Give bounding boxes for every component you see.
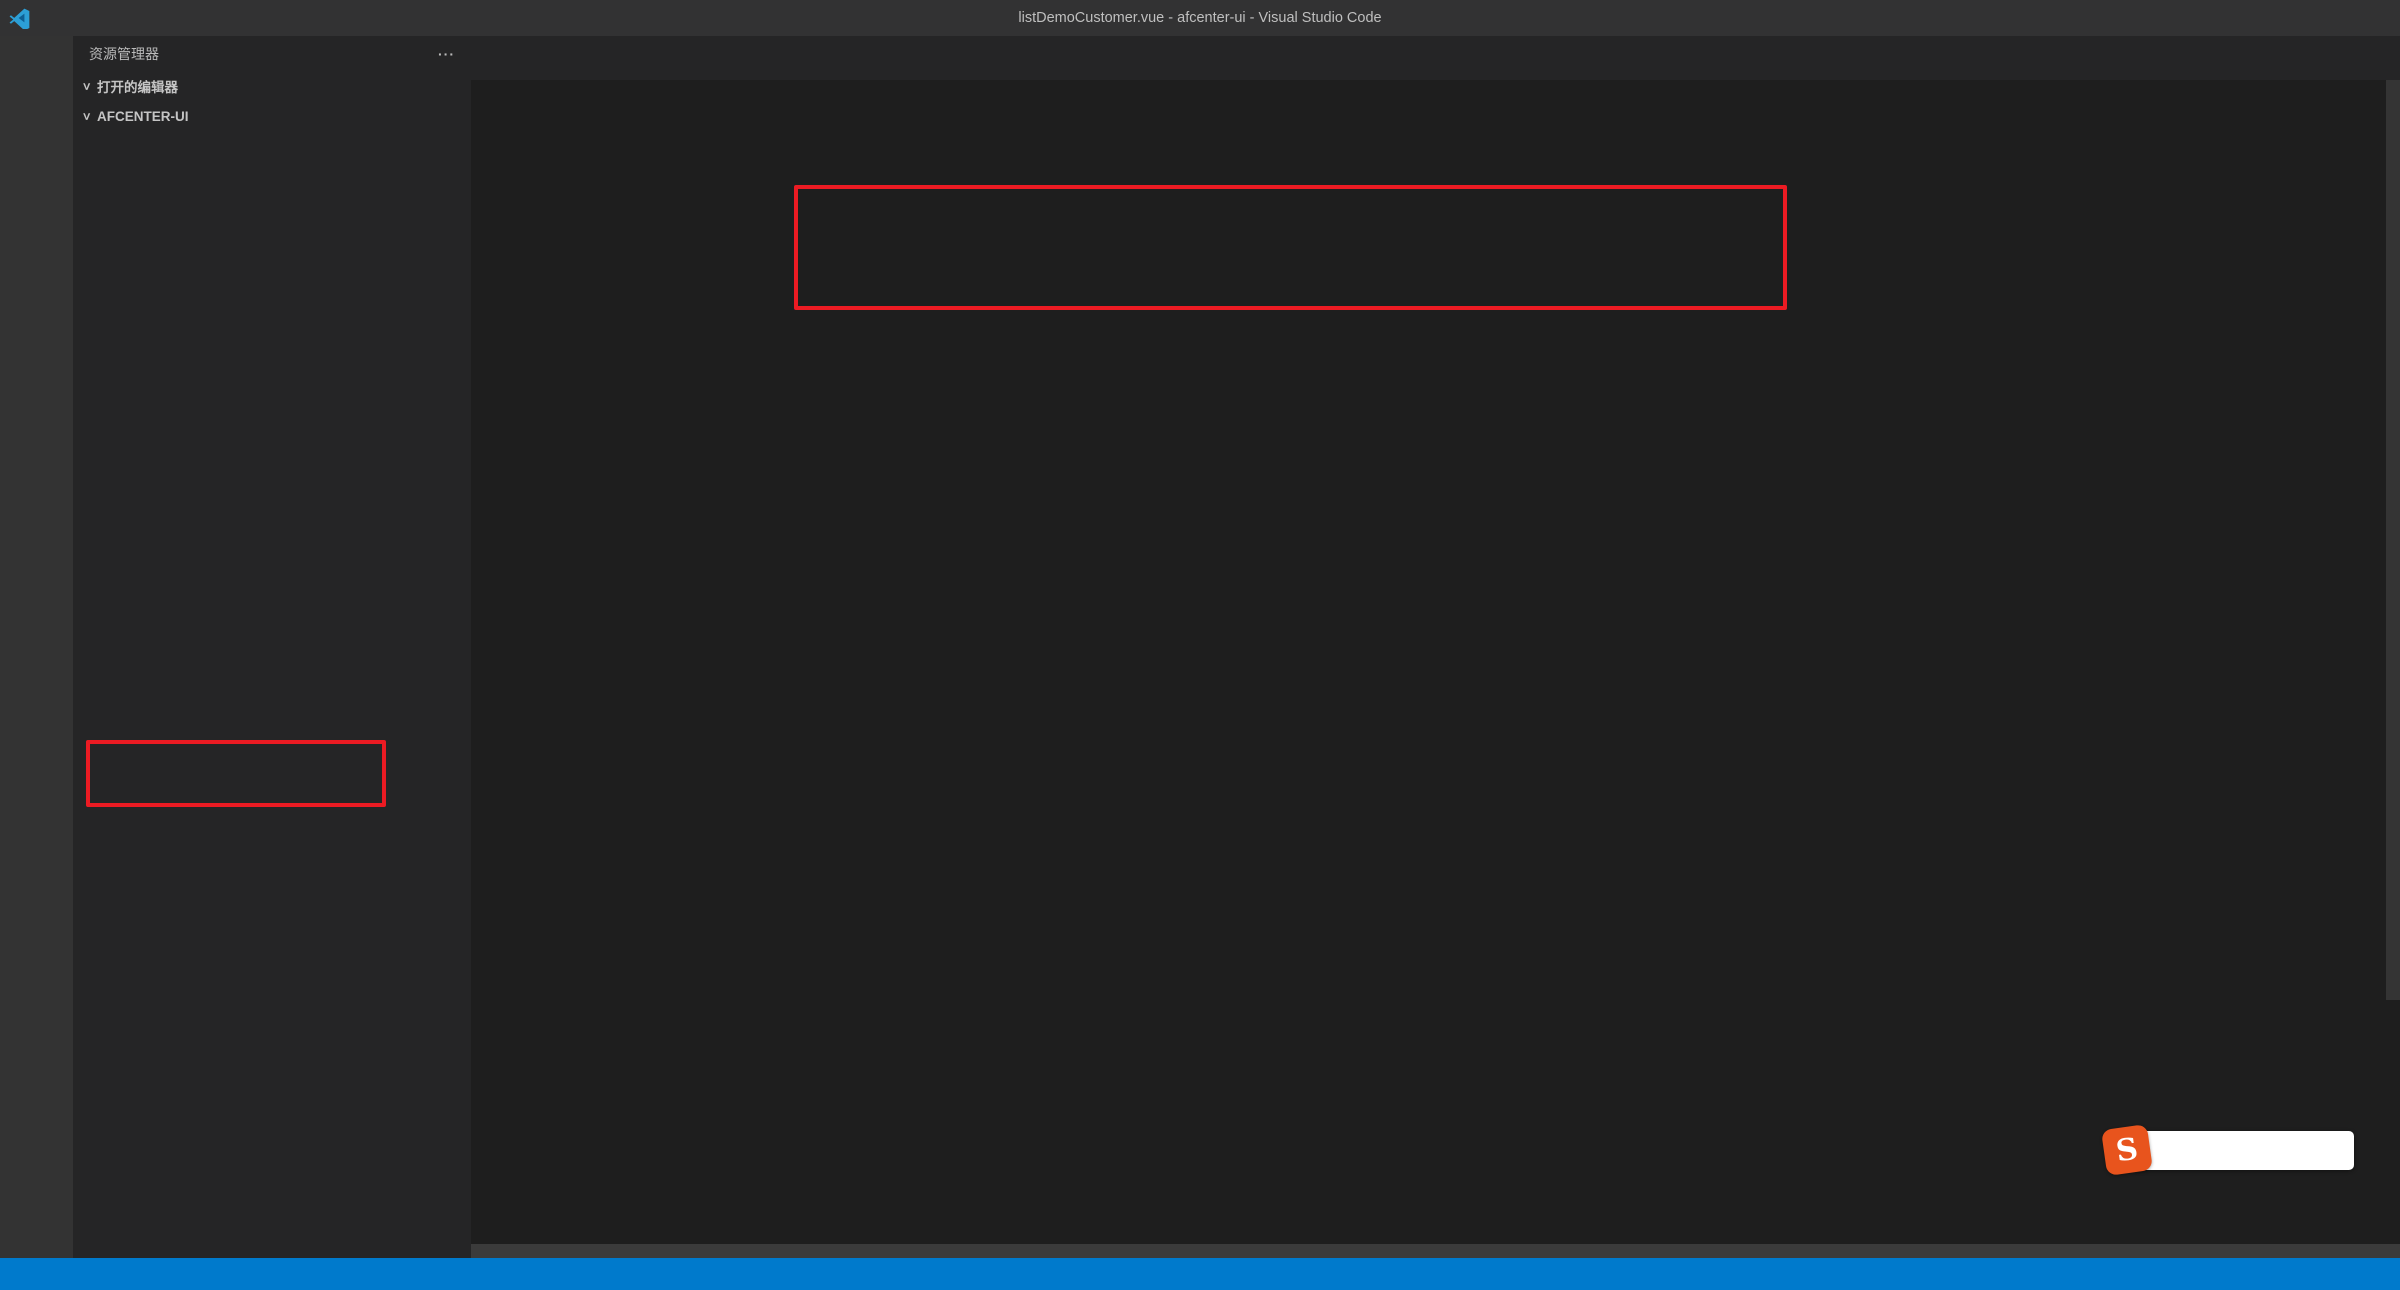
project-section-header[interactable]: > AFCENTER-UI [73, 101, 471, 131]
activity-bar [0, 36, 73, 1258]
vertical-scrollbar[interactable] [2386, 80, 2400, 1000]
sidebar-header: 资源管理器 ··· [73, 36, 471, 71]
sogou-logo-icon[interactable]: S [2101, 1124, 2153, 1176]
horizontal-scrollbar[interactable] [471, 1244, 2400, 1258]
explorer-sidebar: 资源管理器 ··· > 打开的编辑器 > AFCENTER-UI [73, 36, 471, 1258]
status-bar [0, 1258, 2400, 1290]
window-title: listDemoCustomer.vue - afcenter-ui - Vis… [0, 10, 2400, 26]
sidebar-title: 资源管理器 [89, 44, 159, 64]
chevron-down-icon: > [79, 79, 94, 93]
title-bar: listDemoCustomer.vue - afcenter-ui - Vis… [0, 0, 2400, 36]
project-name-label: AFCENTER-UI [97, 109, 189, 124]
code-editor[interactable] [471, 80, 2400, 1258]
chevron-down-icon: > [79, 109, 94, 123]
open-editors-header[interactable]: > 打开的编辑器 [73, 71, 471, 101]
sidebar-more-actions-icon[interactable]: ··· [438, 46, 455, 62]
ime-toolbar[interactable]: S [2130, 1131, 2354, 1170]
editor-tab-bar [471, 36, 2400, 80]
open-editors-label: 打开的编辑器 [97, 76, 178, 96]
vscode-logo-icon [0, 7, 40, 29]
